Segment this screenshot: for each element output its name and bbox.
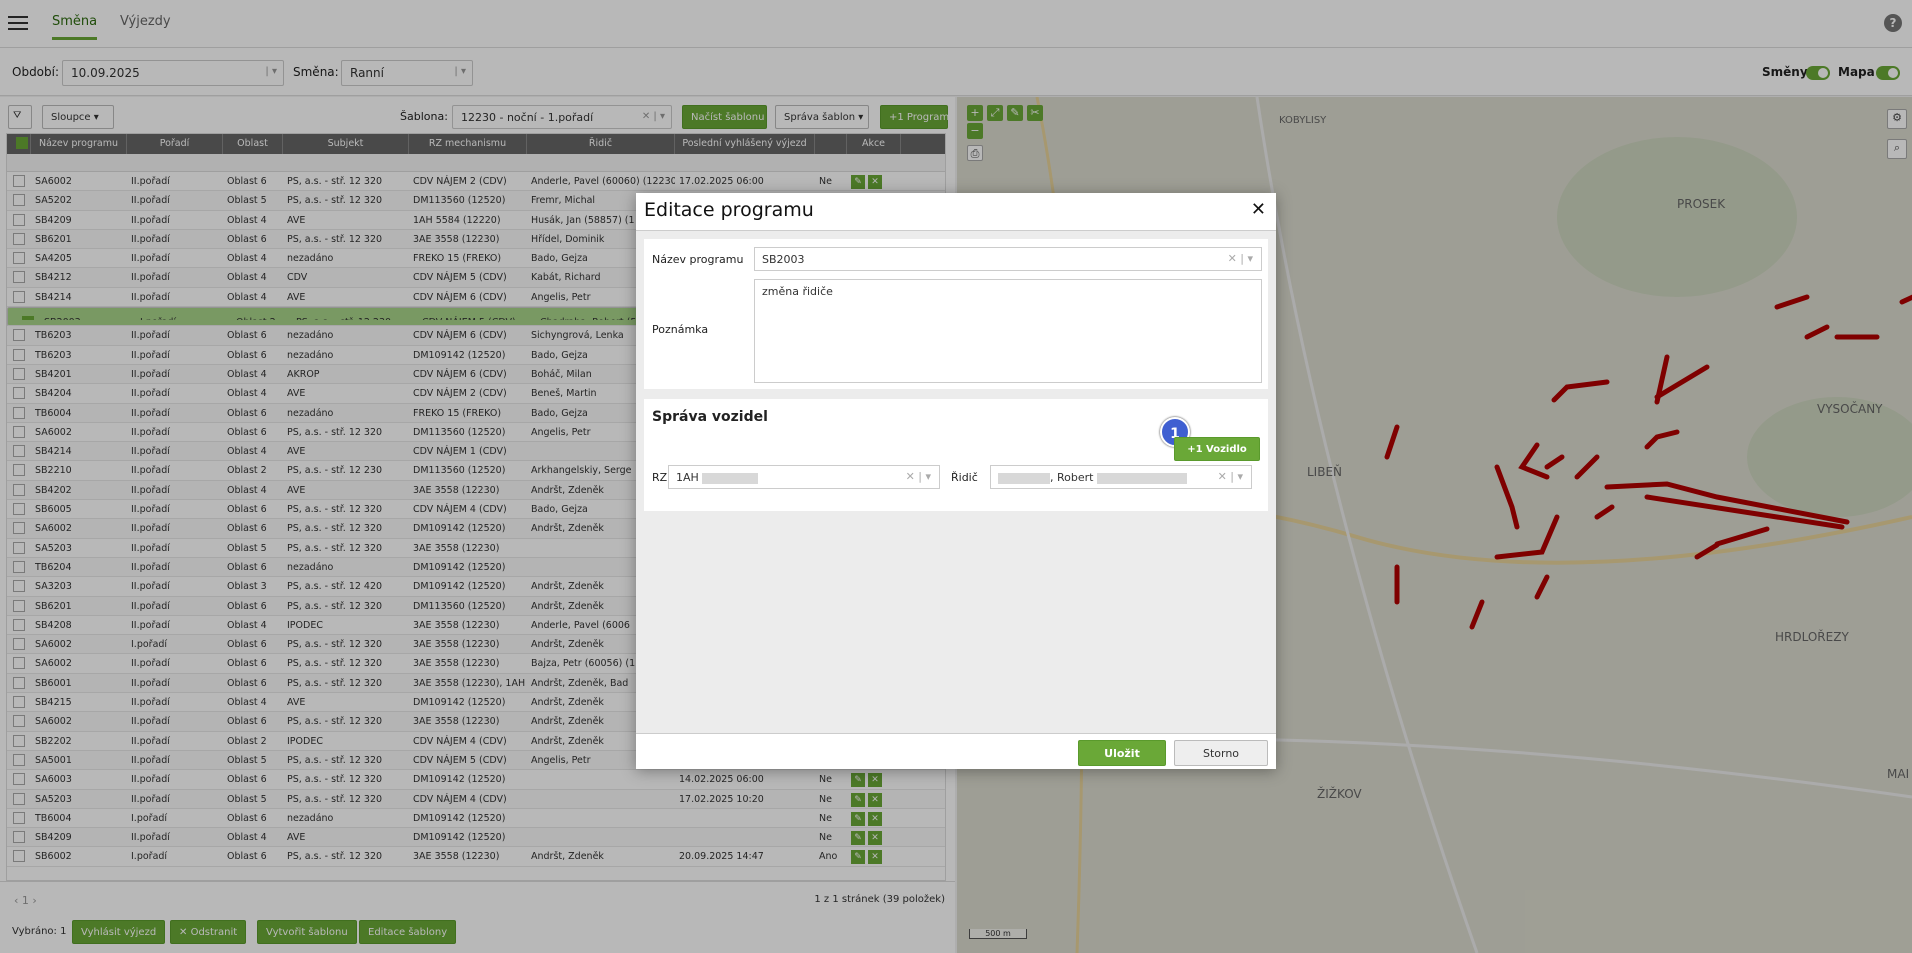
- dialog-title: Editace programu: [644, 199, 814, 221]
- dialog-footer: Uložit Storno: [636, 733, 1276, 769]
- clear-icon[interactable]: ✕ | ▾: [1218, 470, 1243, 483]
- cancel-button[interactable]: Storno: [1174, 740, 1268, 766]
- note-textarea[interactable]: změna řidiče: [754, 279, 1262, 383]
- close-icon[interactable]: ✕: [1251, 199, 1266, 220]
- vehicles-title: Správa vozidel: [652, 409, 768, 425]
- driver-label: Řidič: [951, 471, 978, 484]
- save-button[interactable]: Uložit: [1078, 740, 1166, 766]
- vehicles-section: Správa vozidel 1 +1 Vozidlo RZ 1AH ✕ | ▾…: [644, 399, 1268, 511]
- program-name-value: SB2003: [762, 253, 805, 266]
- clear-icon[interactable]: ✕ | ▾: [1228, 252, 1253, 265]
- program-form: Název programu SB2003 ✕ | ▾ Poznámka změn…: [644, 239, 1268, 389]
- dialog-header: Editace programu ✕: [636, 193, 1276, 231]
- note-label: Poznámka: [652, 323, 709, 336]
- driver-value: , Robert: [1050, 471, 1094, 484]
- add-vehicle-button[interactable]: +1 Vozidlo: [1174, 437, 1260, 461]
- rz-label: RZ: [652, 471, 668, 484]
- rz-select[interactable]: 1AH ✕ | ▾: [668, 465, 940, 489]
- edit-program-dialog: Editace programu ✕ Název programu SB2003…: [636, 193, 1276, 769]
- program-name-label: Název programu: [652, 253, 744, 266]
- redacted-text: [998, 472, 1050, 484]
- redacted-text: [1096, 472, 1187, 484]
- program-name-field[interactable]: SB2003 ✕ | ▾: [754, 247, 1262, 271]
- driver-select[interactable]: , Robert ✕ | ▾: [990, 465, 1252, 489]
- rz-value: 1AH: [676, 471, 699, 484]
- clear-icon[interactable]: ✕ | ▾: [906, 470, 931, 483]
- redacted-text: [702, 472, 759, 484]
